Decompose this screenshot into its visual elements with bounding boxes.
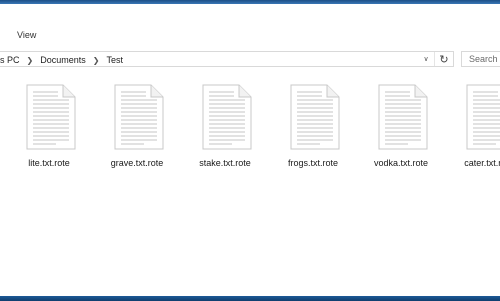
text-document-icon — [26, 84, 76, 150]
file-list: lite.txt.rote grave.txt.rote stake.txt.r… — [0, 70, 500, 296]
file-item[interactable]: vodka.txt.rote — [364, 84, 438, 174]
file-explorer-window: View s PC ❯ Documents ❯ Test ∨ ↻ Search — [0, 0, 500, 301]
breadcrumb: s PC ❯ Documents ❯ Test — [0, 53, 125, 67]
text-document-icon — [290, 84, 340, 150]
text-document-icon — [378, 84, 428, 150]
file-item[interactable]: cater.txt.rote — [452, 84, 500, 174]
tab-view[interactable]: View — [17, 30, 36, 40]
file-item[interactable]: frogs.txt.rote — [276, 84, 350, 174]
text-document-icon — [114, 84, 164, 150]
chevron-right-icon[interactable]: ❯ — [88, 56, 105, 65]
breadcrumb-this-pc[interactable]: s PC — [0, 55, 22, 65]
file-name: frogs.txt.rote — [287, 158, 339, 168]
refresh-icon[interactable]: ↻ — [434, 52, 453, 66]
address-bar[interactable]: s PC ❯ Documents ❯ Test ∨ ↻ — [0, 51, 454, 67]
file-name: vodka.txt.rote — [373, 158, 429, 168]
file-name: cater.txt.rote — [464, 158, 500, 168]
text-document-icon — [466, 84, 500, 150]
text-document-icon — [202, 84, 252, 150]
file-name: lite.txt.rote — [28, 158, 70, 168]
taskbar-edge — [0, 296, 500, 301]
file-item[interactable]: stake.txt.rote — [188, 84, 262, 174]
title-bar-edge — [0, 0, 500, 4]
chevron-right-icon[interactable]: ❯ — [22, 56, 39, 65]
file-name: stake.txt.rote — [199, 158, 251, 168]
search-input[interactable]: Search — [461, 51, 500, 67]
chevron-down-icon[interactable]: ∨ — [420, 52, 432, 66]
breadcrumb-test[interactable]: Test — [104, 55, 125, 65]
file-item[interactable]: lite.txt.rote — [12, 84, 86, 174]
file-item[interactable]: grave.txt.rote — [100, 84, 174, 174]
breadcrumb-documents[interactable]: Documents — [38, 55, 88, 65]
file-name: grave.txt.rote — [110, 158, 164, 168]
